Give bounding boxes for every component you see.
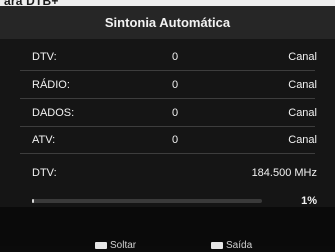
row-unit: Canal: [288, 79, 317, 91]
row-radio: RÁDIO: 0 Canal: [0, 74, 335, 96]
row-label: DTV:: [32, 51, 57, 63]
row-count: 0: [172, 134, 179, 146]
row-unit: Canal: [288, 51, 317, 63]
hint-label: Soltar: [110, 239, 137, 251]
row-label: RÁDIO:: [32, 79, 70, 91]
dialog-title-bar: Sintonia Automática: [0, 6, 335, 39]
row-unit: Canal: [288, 134, 317, 146]
scan-status-row: DTV: 184.500 MHz: [0, 162, 335, 184]
scan-frequency: 184.500 MHz: [251, 167, 317, 179]
hint-saida[interactable]: Saída: [211, 238, 252, 252]
row-count: 0: [172, 79, 179, 91]
row-unit: Canal: [288, 107, 317, 119]
divider: [20, 70, 315, 71]
row-dados: DADOS: 0 Canal: [0, 102, 335, 124]
footer-hints: Soltar Saída: [0, 207, 335, 251]
key-icon: [95, 241, 107, 249]
row-atv: ATV: 0 Canal: [0, 129, 335, 151]
divider: [20, 126, 315, 127]
scan-label: DTV:: [32, 167, 57, 179]
scan-progress-fill: [32, 199, 35, 203]
hint-label: Saída: [226, 239, 253, 251]
divider: [20, 98, 315, 99]
row-label: ATV:: [32, 134, 56, 146]
hint-soltar[interactable]: Soltar: [95, 238, 136, 252]
divider: [20, 153, 315, 154]
row-count: 0: [172, 51, 179, 63]
key-icon: [211, 241, 223, 249]
row-dtv: DTV: 0 Canal: [0, 46, 335, 68]
dialog-title: Sintonia Automática: [104, 15, 231, 30]
row-label: DADOS:: [32, 107, 75, 119]
row-count: 0: [172, 107, 179, 119]
scan-progress-bar: [32, 199, 262, 203]
